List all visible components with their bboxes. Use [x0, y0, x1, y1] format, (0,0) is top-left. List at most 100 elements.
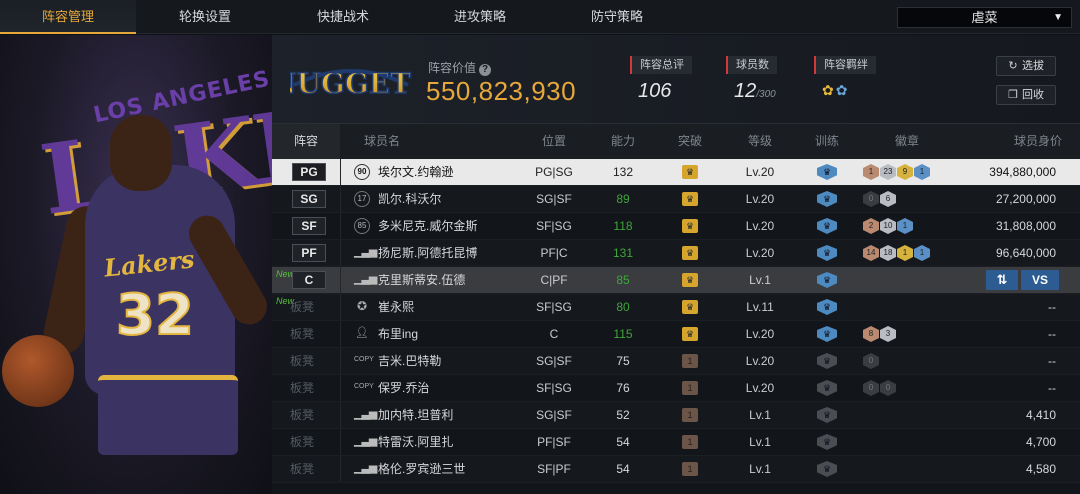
col-ability: 能力 [610, 134, 635, 148]
breakthrough-level-icon[interactable]: 1 [682, 408, 698, 422]
player-name[interactable]: 崔永熙 [378, 294, 414, 320]
compare-vs-button[interactable]: VS [1021, 270, 1059, 290]
player-name[interactable]: 克里斯蒂安.伍德 [378, 267, 465, 293]
column-divider [340, 294, 341, 320]
player-position: PF|SF [537, 435, 571, 449]
column-divider [340, 240, 341, 266]
player-name[interactable]: 格伦.罗宾逊三世 [378, 456, 465, 482]
top-nav: 阵容管理 轮换设置 快捷战术 进攻策略 防守策略 虐菜 ▼ [0, 0, 1080, 34]
table-row[interactable]: 板凳 👤︎ 布里ing C 115 ♛ Lv.20 ♛ 8 3 -- [272, 321, 1080, 348]
crown-icon[interactable]: ♛ [682, 192, 698, 206]
training-icon[interactable]: ♛ [817, 407, 837, 423]
tab-rotation-settings[interactable]: 轮换设置 [136, 0, 274, 34]
lineup-value-label: 阵容价值? [428, 59, 492, 76]
player-ability: 132 [612, 165, 634, 179]
player-level: Lv.20 [745, 327, 775, 341]
lineup-slot-position[interactable]: PG [292, 163, 326, 181]
player-name[interactable]: 埃尔文.约翰逊 [378, 159, 453, 185]
copy-tag-icon: COPY [354, 383, 374, 390]
tab-lineup-management[interactable]: 阵容管理 [0, 0, 136, 34]
badge-list[interactable]: 0 [863, 353, 879, 369]
lineup-select[interactable]: 虐菜 ▼ [897, 7, 1072, 28]
player-name[interactable]: 多米尼克.威尔金斯 [378, 213, 477, 239]
table-row[interactable]: SF 85 多米尼克.威尔金斯 SF|SG 118 ♛ Lv.20 ♛ 2 10 1 31,808,0… [272, 213, 1080, 240]
training-icon[interactable]: ♛ [817, 191, 837, 207]
table-row[interactable]: 板凳 COPY 保罗.乔治 SF|SG 76 1 Lv.20 ♛ 0 0 -- [272, 375, 1080, 402]
lineup-slot-position[interactable]: SG [292, 190, 326, 208]
player-position: PG|SG [535, 165, 573, 179]
table-row[interactable]: PG 90 埃尔文.约翰逊 PG|SG 132 ♛ Lv.20 ♛ 1 23 9 1 394,880,0… [272, 159, 1080, 186]
table-row[interactable]: NewC▁▃▅克里斯蒂安.伍德C|PF85♛Lv.1♛2 ⇅ VS [272, 267, 1080, 294]
table-row[interactable]: SG 17 凯尔.科沃尔 SG|SF 89 ♛ Lv.20 ♛ 0 6 27,200,000 [272, 186, 1080, 213]
training-icon[interactable]: ♛ [817, 218, 837, 234]
lineup-slot-position[interactable]: PF [292, 244, 326, 262]
player-name[interactable]: 特雷沃.阿里扎 [378, 429, 453, 455]
overall-label: 阵容总评 [630, 56, 692, 74]
tab-quick-tactics[interactable]: 快捷战术 [274, 0, 412, 34]
featured-player-panel: LOS ANGELES LAKERS Lakers 32 [0, 35, 272, 494]
breakthrough-level-icon[interactable]: 1 [682, 462, 698, 476]
col-badges: 徽章 [894, 134, 919, 148]
bond-icons[interactable]: ✿✿ [822, 82, 876, 99]
swap-button[interactable]: ⇅ [986, 270, 1018, 290]
training-icon[interactable]: ♛ [817, 380, 837, 396]
badge-list[interactable]: 2 10 1 [863, 218, 913, 234]
help-icon[interactable]: ? [479, 64, 492, 76]
badge-list[interactable]: 83 [863, 326, 896, 342]
badge-icon: 1 [914, 245, 930, 261]
badge-list[interactable]: 14 18 1 1 [863, 245, 930, 261]
recycle-button[interactable]: ❐ 回收 [996, 85, 1056, 105]
badge-icon: 0 [863, 191, 879, 207]
col-player-name: 球员名 [363, 134, 400, 148]
table-row[interactable]: PF ▁▃▅ 扬尼斯.阿德托昆博 PF|C 131 ♛ Lv.20 ♛ 14 18 1 1 96,640… [272, 240, 1080, 267]
table-row[interactable]: New 板凳 ✪ 崔永熙 SF|SG 80 ♛ Lv.11 ♛ -- [272, 294, 1080, 321]
training-icon[interactable]: ♛ [817, 461, 837, 477]
column-divider [340, 159, 341, 185]
bond-label: 阵容羁绊 [814, 56, 876, 74]
player-shorts [98, 375, 238, 455]
lineup-slot-position[interactable]: C [292, 271, 326, 289]
column-divider [340, 267, 341, 293]
breakthrough-level-icon[interactable]: 1 [682, 354, 698, 368]
tab-offense-strategy[interactable]: 进攻策略 [412, 0, 548, 34]
crown-icon[interactable]: ♛ [682, 246, 698, 260]
player-name[interactable]: 吉米.巴特勒 [378, 348, 441, 374]
player-ability: 75 [616, 354, 630, 368]
crown-icon[interactable]: ♛ [682, 300, 698, 314]
table-row[interactable]: 板凳 ▁▃▅ 特雷沃.阿里扎 PF|SF 54 1 Lv.1 ♛ 4,700 [272, 429, 1080, 456]
badge-list[interactable]: 06 [863, 191, 896, 207]
player-level: Lv.1 [749, 462, 771, 476]
training-icon[interactable]: ♛ [817, 434, 837, 450]
table-row[interactable]: 板凳 ▁▃▅ 格伦.罗宾逊三世 SF|PF 54 1 Lv.1 ♛ 4,580 [272, 456, 1080, 483]
player-name[interactable]: 扬尼斯.阿德托昆博 [378, 240, 477, 266]
badge-icon: 3 [880, 326, 896, 342]
badge-list[interactable]: 00 [863, 380, 896, 396]
player-name[interactable]: 加内特.坦普利 [378, 402, 453, 428]
training-icon[interactable]: ♛ [817, 353, 837, 369]
player-name[interactable]: 布里ing [378, 321, 418, 347]
col-player-value: 球员身价 [1013, 134, 1062, 148]
table-row[interactable]: 板凳 ▁▃▅ 加内特.坦普利 SG|SF 52 1 Lv.1 ♛ 4,410 [272, 402, 1080, 429]
crown-icon[interactable]: ♛ [682, 327, 698, 341]
crown-icon[interactable]: ♛ [682, 219, 698, 233]
crown-icon[interactable]: ♛ [682, 165, 698, 179]
crown-icon[interactable]: ♛ [682, 273, 698, 287]
badge-list[interactable]: 1 23 9 1 [863, 164, 930, 180]
table-row[interactable]: 板凳 COPY 吉米.巴特勒 SG|SF 75 1 Lv.20 ♛ 0 -- [272, 348, 1080, 375]
training-icon[interactable]: ♛ [817, 164, 837, 180]
training-icon[interactable]: ♛ [817, 299, 837, 315]
select-button[interactable]: ↻ 选拔 [996, 56, 1056, 76]
training-icon[interactable]: ♛ [817, 245, 837, 261]
player-name[interactable]: 保罗.乔治 [378, 375, 429, 401]
training-icon[interactable]: ♛ [817, 326, 837, 342]
overall-value: 106 [638, 80, 672, 102]
breakthrough-level-icon[interactable]: 1 [682, 435, 698, 449]
breakthrough-level-icon[interactable]: 1 [682, 381, 698, 395]
player-ability: 76 [616, 381, 630, 395]
lineup-slot-bench: 板凳 [290, 300, 315, 314]
player-position: SF|PF [537, 462, 571, 476]
tab-defense-strategy[interactable]: 防守策略 [548, 0, 686, 34]
lineup-slot-position[interactable]: SF [292, 217, 326, 235]
player-name[interactable]: 凯尔.科沃尔 [378, 186, 441, 212]
training-icon[interactable]: ♛ [817, 272, 837, 288]
